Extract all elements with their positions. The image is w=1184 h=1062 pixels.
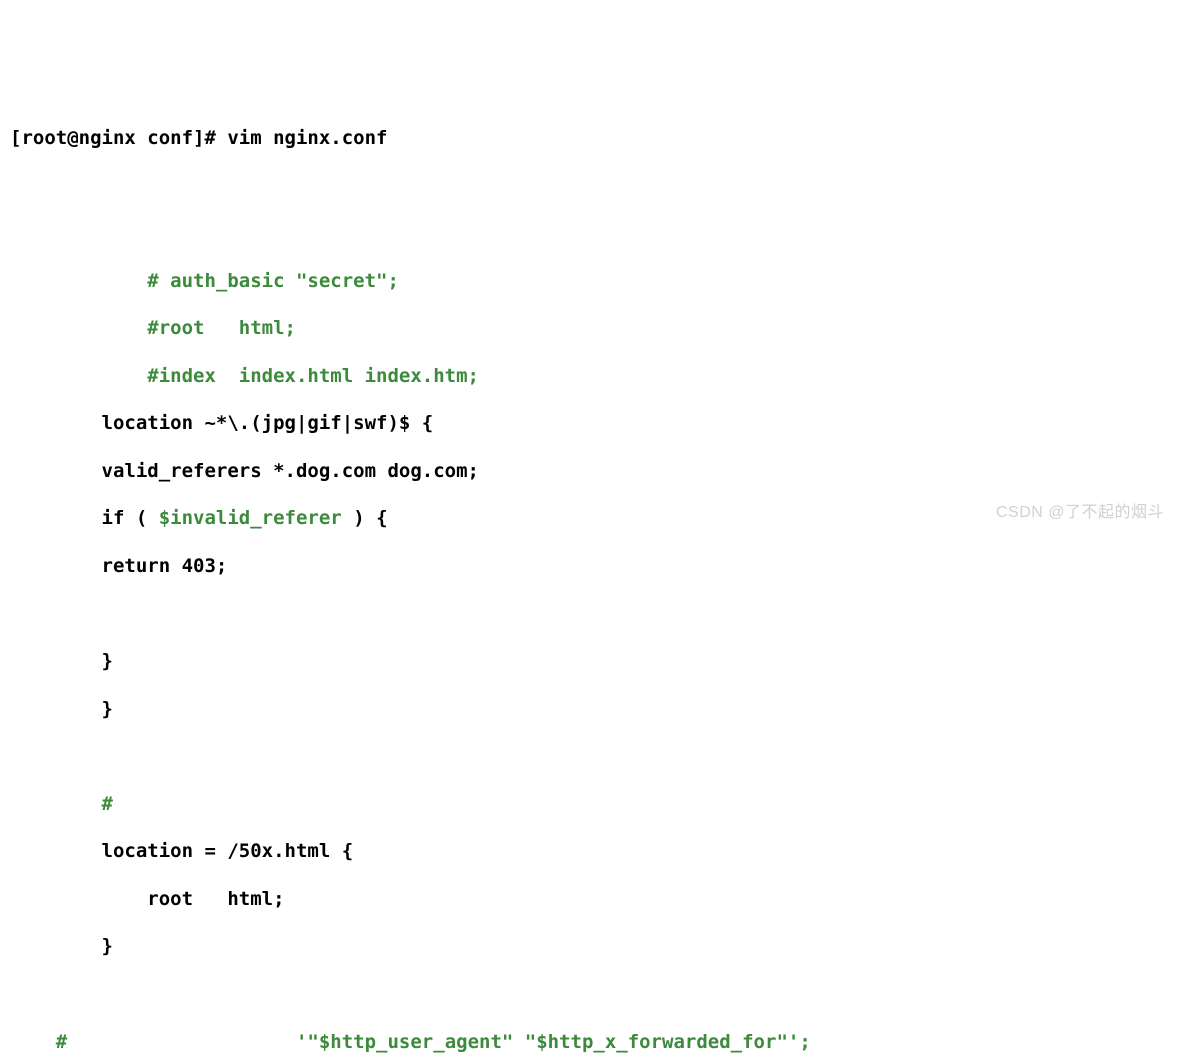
blank-line — [10, 174, 1174, 198]
code-line: return 403; — [10, 555, 1174, 579]
comment-text: " " — [502, 1031, 536, 1053]
variable-text: $invalid_referer — [159, 507, 342, 529]
code-line: } — [10, 935, 1174, 959]
comment-text: # '" — [10, 1031, 319, 1053]
shell-prompt: [root@nginx conf]# vim nginx.conf — [10, 127, 1174, 151]
code-line: #root html; — [10, 317, 1174, 341]
variable-text: $http_user_agent — [319, 1031, 502, 1053]
directive-text: if ( — [10, 507, 159, 529]
blank-line — [10, 222, 1174, 246]
code-line: # '"$http_user_agent" "$http_x_forwarded… — [10, 1031, 1174, 1055]
code-line: # auth_basic "secret"; — [10, 270, 1174, 294]
variable-text: $http_x_forwarded_for — [536, 1031, 776, 1053]
comment-text: # — [10, 793, 113, 815]
code-line: # — [10, 793, 1174, 817]
terminal-output: [root@nginx conf]# vim nginx.conf # auth… — [10, 103, 1174, 1062]
code-line: valid_referers *.dog.com dog.com; — [10, 460, 1174, 484]
code-line: location = /50x.html { — [10, 840, 1174, 864]
directive-text: location = /50x.html { — [10, 840, 353, 862]
directive-text: ) { — [342, 507, 388, 529]
comment-text: # auth_basic "secret"; — [10, 270, 399, 292]
code-line: } — [10, 698, 1174, 722]
brace-text: } — [10, 935, 113, 957]
comment-text: #root html; — [10, 317, 296, 339]
comment-text: "'; — [776, 1031, 810, 1053]
code-line: } — [10, 650, 1174, 674]
blank-line — [10, 602, 1174, 626]
code-line: #index index.html index.htm; — [10, 365, 1174, 389]
code-line: root html; — [10, 888, 1174, 912]
directive-text: return 403; — [10, 555, 227, 577]
brace-text: } — [10, 650, 113, 672]
directive-text: location ~*\.(jpg|gif|swf)$ { — [10, 412, 433, 434]
brace-text: } — [10, 698, 113, 720]
blank-line — [10, 983, 1174, 1007]
code-line: location ~*\.(jpg|gif|swf)$ { — [10, 412, 1174, 436]
blank-line — [10, 745, 1174, 769]
comment-text: #index index.html index.htm; — [10, 365, 479, 387]
directive-text: root html; — [10, 888, 285, 910]
directive-text: valid_referers *.dog.com dog.com; — [10, 460, 479, 482]
watermark-text: CSDN @了不起的烟斗 — [996, 503, 1164, 523]
